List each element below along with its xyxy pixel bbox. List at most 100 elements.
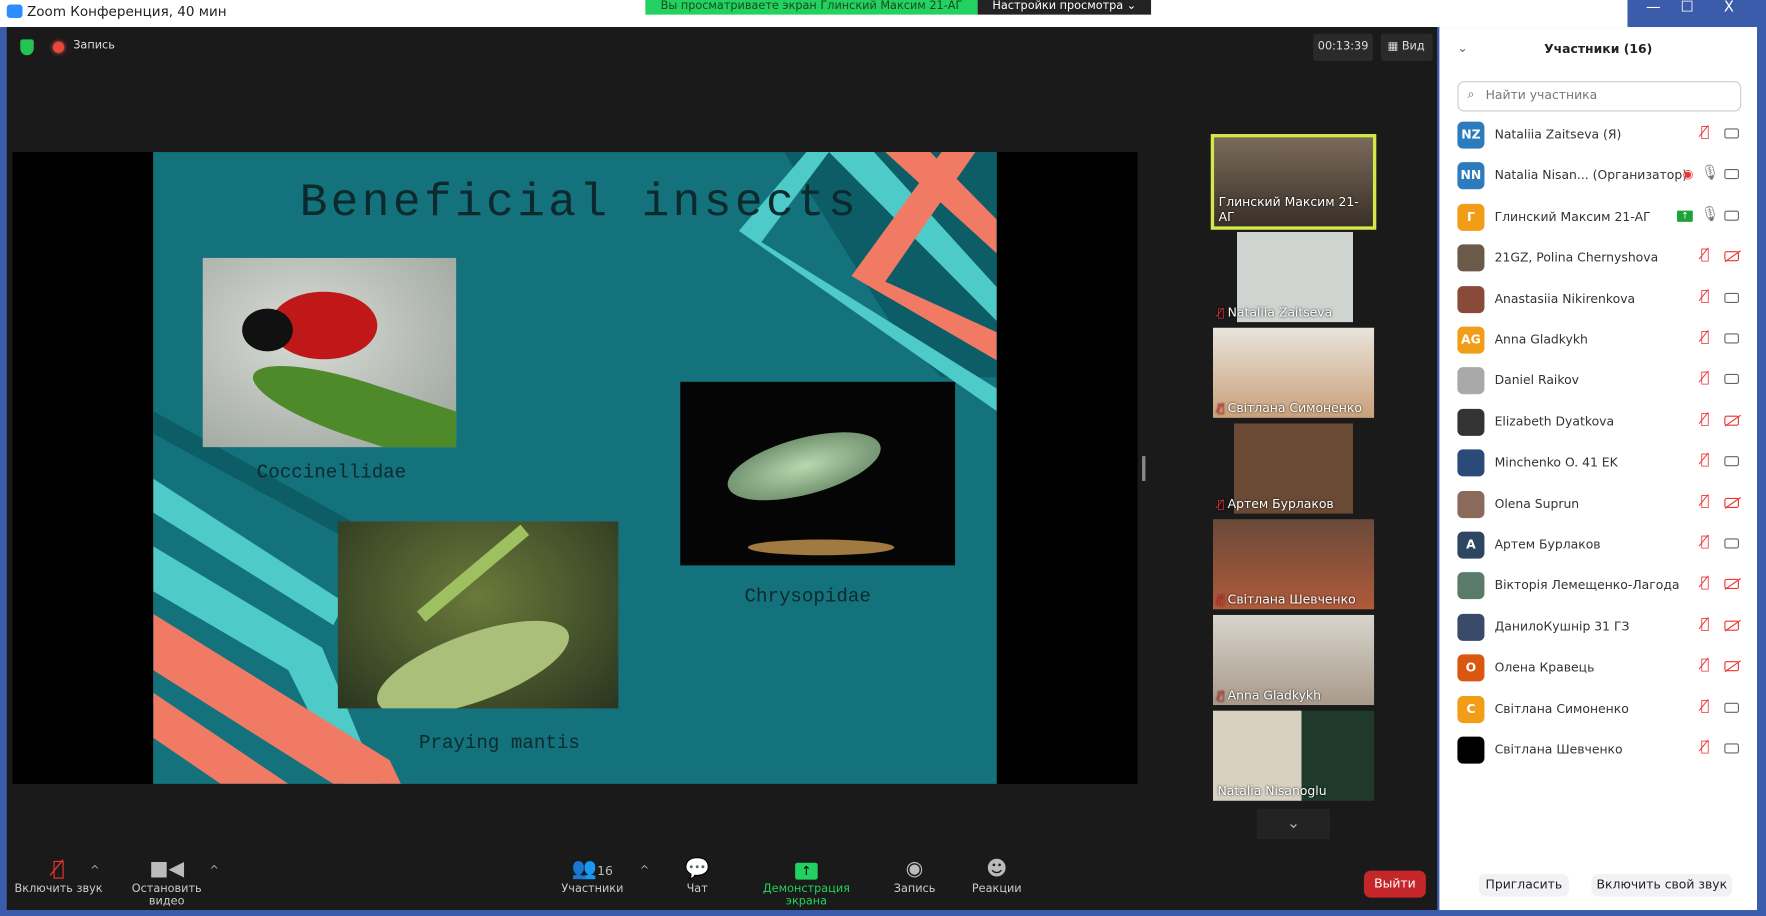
participant-row[interactable]: Вікторія Лемещенко-Лагода 🎙̸: [1457, 569, 1744, 603]
video-camera-icon[interactable]: [1724, 456, 1739, 467]
participant-row[interactable]: Г Глинский Максим 21-АГ ↑ 🎙: [1457, 200, 1744, 234]
video-camera-icon[interactable]: [1724, 538, 1739, 549]
video-camera-icon[interactable]: [1724, 333, 1739, 344]
video-camera-icon[interactable]: [1724, 374, 1739, 385]
mic-icon[interactable]: 🎙: [1701, 206, 1720, 223]
leave-meeting-button[interactable]: Выйти: [1363, 870, 1426, 898]
muted-mic-icon[interactable]: 🎙̸: [1701, 329, 1710, 346]
view-settings-button[interactable]: Настройки просмотра ⌄: [977, 0, 1152, 15]
security-shield-icon[interactable]: [20, 39, 34, 56]
video-off-icon[interactable]: [1724, 497, 1739, 508]
video-thumbnail[interactable]: Глинский Максим 21-АГ: [1210, 134, 1377, 230]
video-camera-icon[interactable]: [1724, 128, 1739, 139]
stop-video-label: Остановить видео: [131, 883, 202, 908]
video-off-icon[interactable]: [1724, 251, 1739, 262]
participant-row[interactable]: 21GZ, Polina Chernyshova 🎙̸: [1457, 241, 1744, 275]
participant-row[interactable]: NZ Nataliia Zaitseva (Я) 🎙̸: [1457, 118, 1744, 152]
participant-row[interactable]: Світлана Шевченко 🎙̸: [1457, 733, 1744, 767]
participant-row[interactable]: О Олена Кравець 🎙̸: [1457, 651, 1744, 685]
muted-mic-icon[interactable]: 🎙̸: [1701, 288, 1710, 305]
video-off-icon[interactable]: [1724, 579, 1739, 590]
participant-avatar: О: [1457, 654, 1485, 682]
participants-label: Участники: [561, 883, 624, 896]
video-off-icon[interactable]: [1724, 415, 1739, 426]
participant-row[interactable]: Olena Suprun 🎙̸: [1457, 487, 1744, 521]
view-button[interactable]: ▦ Вид: [1380, 33, 1433, 61]
video-thumbnail[interactable]: 🎙̸ Світлана Симоненко: [1213, 327, 1375, 418]
zoom-app-icon: [6, 4, 23, 19]
participants-options-caret[interactable]: ^: [640, 865, 649, 877]
participant-row[interactable]: Minchenko O. 41 EK 🎙̸: [1457, 446, 1744, 480]
muted-mic-icon[interactable]: 🎙̸: [1701, 452, 1710, 469]
video-thumbnail[interactable]: 🎙̸ Світлана Шевченко: [1213, 519, 1375, 610]
scroll-down-thumbnails-button[interactable]: ⌄: [1256, 808, 1331, 840]
video-options-caret[interactable]: ^: [209, 865, 218, 877]
participant-name: Anastasiia Nikirenkova: [1494, 291, 1636, 306]
participant-row[interactable]: Elizabeth Dyatkova 🎙̸: [1457, 405, 1744, 439]
video-off-icon[interactable]: [1724, 661, 1739, 672]
ladybug-image: [202, 257, 457, 448]
minimize-button[interactable]: —: [1636, 0, 1670, 18]
participants-button[interactable]: 👥16 Участники: [559, 856, 627, 895]
participant-name: Світлана Шевченко: [1494, 742, 1623, 757]
video-off-icon[interactable]: [1724, 620, 1739, 631]
participant-row[interactable]: Anastasiia Nikirenkova 🎙̸: [1457, 282, 1744, 316]
muted-mic-icon: 🎙̸: [1217, 594, 1225, 608]
participant-avatar: [1457, 572, 1485, 600]
participant-row[interactable]: NN Natalia Nisan... (Организатор) ◉ 🎙: [1457, 159, 1744, 193]
maximize-button[interactable]: ☐: [1670, 0, 1704, 18]
muted-mic-icon[interactable]: 🎙̸: [1701, 698, 1710, 715]
video-camera-icon[interactable]: [1724, 169, 1739, 180]
video-thumbnail[interactable]: 🎙̸ Nataliia Zaitseva: [1213, 232, 1375, 323]
muted-mic-icon[interactable]: 🎙̸: [1701, 616, 1710, 633]
muted-mic-icon[interactable]: 🎙̸: [1701, 411, 1710, 428]
video-camera-icon[interactable]: [1724, 292, 1739, 303]
mic-icon[interactable]: 🎙: [1701, 165, 1720, 182]
participant-name: Olena Suprun: [1494, 496, 1580, 511]
chat-button[interactable]: 💬 Чат: [680, 856, 714, 895]
window-title: Zoom Конференция, 40 мин: [27, 3, 227, 20]
muted-mic-icon[interactable]: 🎙̸: [1701, 493, 1710, 510]
meeting-timer: 00:13:39: [1313, 33, 1373, 61]
participant-avatar: [1457, 736, 1485, 764]
muted-mic-icon[interactable]: 🎙̸: [1701, 739, 1710, 756]
participant-name: Minchenko O. 41 EK: [1494, 455, 1618, 470]
video-camera-icon[interactable]: [1724, 210, 1739, 221]
participant-row[interactable]: ДанилоКушнір 31 ГЗ 🎙̸: [1457, 610, 1744, 644]
participant-row[interactable]: A Артем Бурлаков 🎙̸: [1457, 528, 1744, 562]
video-thumbnail[interactable]: 🎙̸ Артем Бурлаков: [1213, 423, 1375, 514]
video-camera-icon[interactable]: [1724, 702, 1739, 713]
participant-search-input[interactable]: ⌕ Найти участника: [1457, 81, 1742, 112]
unmute-self-button[interactable]: Включить свой звук: [1591, 873, 1733, 897]
record-button[interactable]: ◉ Запись: [890, 856, 940, 895]
audio-options-caret[interactable]: ^: [90, 865, 99, 877]
video-thumbnail[interactable]: 🎙̸ Anna Gladkykh: [1213, 614, 1375, 706]
stop-video-button[interactable]: ■◀ Остановить видео: [113, 856, 221, 908]
muted-mic-icon[interactable]: 🎙̸: [1701, 657, 1710, 674]
participant-avatar: С: [1457, 695, 1485, 723]
participant-avatar: [1457, 613, 1485, 641]
recording-indicator-icon: ◉: [1682, 167, 1694, 182]
close-button[interactable]: X: [1712, 0, 1746, 18]
video-camera-icon[interactable]: [1724, 743, 1739, 754]
muted-mic-icon[interactable]: 🎙̸: [1701, 370, 1710, 387]
participant-avatar: NN: [1457, 162, 1485, 190]
participant-row[interactable]: С Світлана Симоненко 🎙̸: [1457, 692, 1744, 726]
split-drag-handle[interactable]: [1142, 456, 1146, 481]
participant-name: Глинский Максим 21-АГ: [1494, 209, 1651, 224]
invite-button[interactable]: Пригласить: [1478, 873, 1569, 897]
participant-name: 21GZ, Polina Chernyshova: [1494, 250, 1659, 265]
participant-row[interactable]: Daniel Raikov 🎙̸: [1457, 364, 1744, 398]
participant-row[interactable]: AG Anna Gladkykh 🎙̸: [1457, 323, 1744, 357]
muted-mic-icon[interactable]: 🎙̸: [1701, 575, 1710, 592]
muted-mic-icon[interactable]: 🎙̸: [1701, 534, 1710, 551]
mantis-image: [337, 521, 619, 709]
video-thumbnail[interactable]: Natalia Nisanoglu: [1213, 710, 1375, 801]
participants-title: Участники (16): [1544, 41, 1653, 57]
reactions-button[interactable]: ☻ Реакции: [969, 856, 1025, 895]
muted-mic-icon[interactable]: 🎙̸: [1701, 247, 1710, 264]
thumbnail-name: Anna Gladkykh: [1227, 688, 1321, 703]
participant-name: ДанилоКушнір 31 ГЗ: [1494, 619, 1630, 634]
muted-mic-icon[interactable]: 🎙̸: [1701, 124, 1710, 141]
share-screen-button[interactable]: ↑ Демонстрация экрана: [741, 856, 872, 908]
